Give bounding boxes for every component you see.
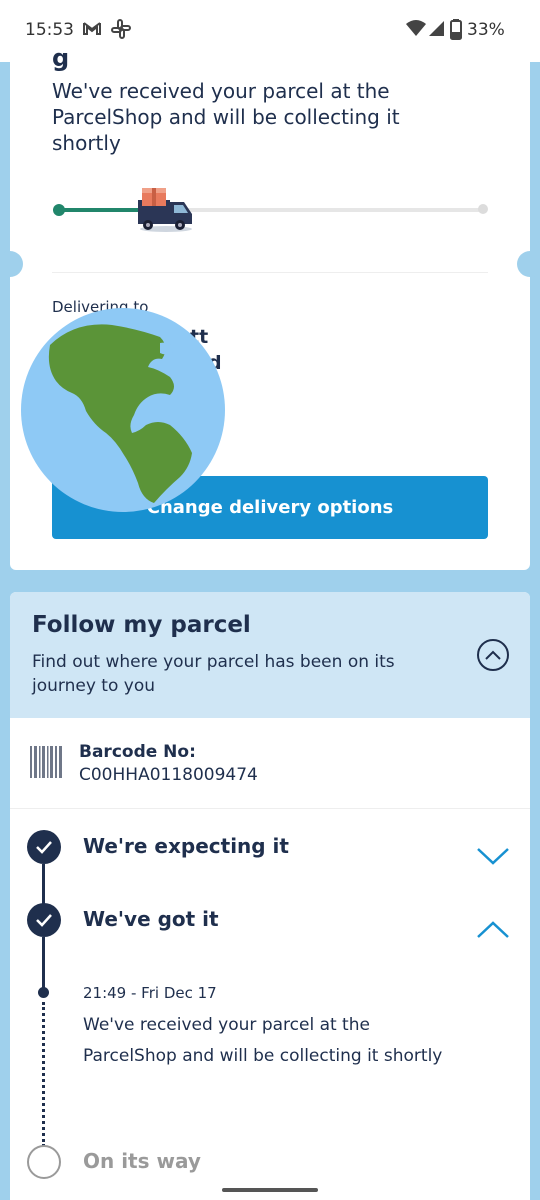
card-notch-right xyxy=(517,251,540,277)
step-got-it-label[interactable]: We've got it xyxy=(83,907,219,931)
event-timestamp: 21:49 - Fri Dec 17 xyxy=(83,984,217,1002)
timeline-event-dot xyxy=(38,987,49,998)
timeline-dotted-line xyxy=(42,1002,45,1147)
status-time: 15:53 xyxy=(25,20,74,40)
status-bar: 15:53 33% xyxy=(0,0,540,62)
follow-parcel-header[interactable]: Follow my parcel Find out where your par… xyxy=(10,592,530,718)
barcode-icon xyxy=(30,746,63,782)
delivery-progress-fill xyxy=(58,208,144,212)
step-complete-check-icon xyxy=(27,903,61,937)
chevron-up-icon xyxy=(485,650,501,660)
gmail-icon xyxy=(82,18,102,42)
barcode-number: C00HHA0118009474 xyxy=(79,765,258,785)
progress-start-dot xyxy=(53,204,65,216)
step-complete-check-icon xyxy=(27,830,61,864)
delivery-truck-icon xyxy=(134,184,196,238)
timeline-line xyxy=(42,937,45,992)
globe-icon xyxy=(20,307,226,517)
card-divider xyxy=(52,272,488,273)
event-message: We've received your parcel at the Parcel… xyxy=(83,1015,443,1066)
home-indicator[interactable] xyxy=(222,1188,318,1192)
delivery-progress-track xyxy=(58,208,484,212)
card-title-partial: g xyxy=(52,44,70,72)
battery-icon xyxy=(450,18,462,44)
chevron-down-icon[interactable] xyxy=(476,846,510,870)
follow-parcel-subtitle: Find out where your parcel has been on i… xyxy=(32,652,395,696)
step-on-its-way-label[interactable]: On its way xyxy=(83,1149,201,1173)
step-expecting-it-label[interactable]: We're expecting it xyxy=(83,834,289,858)
collapse-toggle-button[interactable] xyxy=(477,639,509,671)
follow-parcel-title: Follow my parcel xyxy=(32,612,251,638)
barcode-label: Barcode No: xyxy=(79,742,196,762)
battery-percentage: 33% xyxy=(467,20,505,40)
barcode-row: Barcode No: C00HHA0118009474 xyxy=(10,718,530,809)
progress-end-dot xyxy=(478,204,488,214)
delivery-status-message: We've received your parcel at the Parcel… xyxy=(52,79,400,155)
signal-icon xyxy=(428,18,446,42)
card-notch-left xyxy=(0,251,23,277)
follow-parcel-card: Follow my parcel Find out where your par… xyxy=(10,592,530,1200)
slack-icon xyxy=(110,18,132,44)
wifi-icon xyxy=(405,18,427,42)
chevron-up-icon[interactable] xyxy=(476,920,510,944)
step-pending-circle-icon xyxy=(27,1145,61,1179)
delivery-status-card: g We've received your parcel at the Parc… xyxy=(0,44,540,570)
